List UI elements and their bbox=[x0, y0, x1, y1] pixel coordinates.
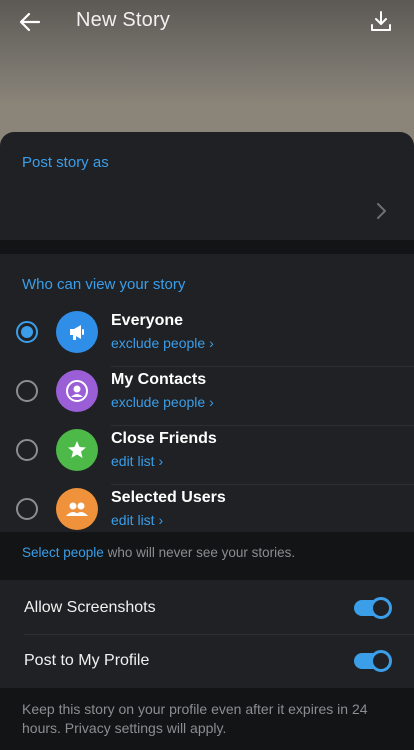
top-bar: New Story bbox=[0, 0, 414, 42]
arrow-left-icon bbox=[19, 12, 41, 32]
exclude-people-link[interactable]: exclude people › bbox=[111, 394, 214, 410]
exclude-people-link[interactable]: exclude people › bbox=[111, 335, 214, 351]
download-icon bbox=[371, 11, 391, 31]
post-as-selector[interactable] bbox=[0, 184, 414, 240]
post-to-profile-row[interactable]: Post to My Profile bbox=[0, 635, 414, 688]
page-title: New Story bbox=[76, 9, 171, 31]
avatar bbox=[56, 488, 98, 530]
option-title: Selected Users bbox=[111, 489, 226, 506]
toggle-knob bbox=[370, 597, 392, 619]
allow-screenshots-row[interactable]: Allow Screenshots bbox=[0, 582, 414, 635]
radio-selected[interactable] bbox=[16, 321, 38, 343]
select-people-link[interactable]: Select people bbox=[22, 545, 104, 560]
group-icon bbox=[66, 502, 88, 516]
option-title: Close Friends bbox=[111, 430, 217, 447]
radio-unselected[interactable] bbox=[16, 498, 38, 520]
story-privacy-sheet: Post story as Who can view your story Ev… bbox=[0, 132, 414, 750]
footer-note: Keep this story on your profile even aft… bbox=[0, 688, 414, 750]
star-icon bbox=[68, 441, 86, 458]
audience-option-close-friends[interactable]: Close Friends edit list › bbox=[0, 426, 414, 485]
radio-unselected[interactable] bbox=[16, 380, 38, 402]
radio-unselected[interactable] bbox=[16, 439, 38, 461]
download-button[interactable] bbox=[368, 8, 394, 34]
allow-screenshots-toggle[interactable] bbox=[354, 597, 392, 619]
option-title: Everyone bbox=[111, 312, 184, 329]
chevron-right-icon bbox=[377, 203, 386, 219]
edit-list-link[interactable]: edit list › bbox=[111, 453, 163, 469]
note-text: Select people who will never see your st… bbox=[22, 545, 295, 560]
note-rest-text: who will never see your stories. bbox=[103, 545, 296, 560]
person-icon bbox=[66, 380, 88, 402]
hidden-from-note: Select people who will never see your st… bbox=[0, 532, 414, 580]
toggle-knob bbox=[370, 650, 392, 672]
avatar bbox=[56, 370, 98, 412]
edit-list-link[interactable]: edit list › bbox=[111, 512, 163, 528]
audience-option-everyone[interactable]: Everyone exclude people › bbox=[0, 308, 414, 367]
footer-text: Keep this story on your profile even aft… bbox=[22, 701, 368, 736]
avatar bbox=[56, 429, 98, 471]
option-title: My Contacts bbox=[111, 371, 207, 388]
audience-option-my-contacts[interactable]: My Contacts exclude people › bbox=[0, 367, 414, 426]
post-to-profile-label: Post to My Profile bbox=[24, 652, 150, 669]
audience-heading: Who can view your story bbox=[22, 276, 186, 293]
post-to-profile-toggle[interactable] bbox=[354, 650, 392, 672]
section-divider bbox=[0, 240, 414, 254]
back-button[interactable] bbox=[16, 8, 44, 36]
megaphone-icon bbox=[70, 325, 84, 340]
post-as-heading: Post story as bbox=[22, 154, 109, 171]
avatar bbox=[56, 311, 98, 353]
allow-screenshots-label: Allow Screenshots bbox=[24, 599, 156, 616]
